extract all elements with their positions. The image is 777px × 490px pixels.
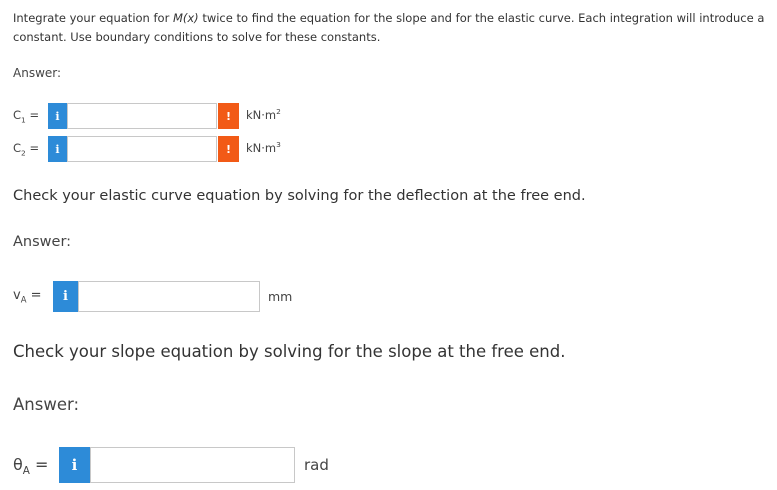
info-icon: i bbox=[71, 456, 78, 474]
answer-label-2: Answer: bbox=[13, 234, 72, 250]
warning-icon: ! bbox=[225, 142, 232, 156]
theta-label: θA = bbox=[13, 455, 49, 478]
c2-warning-button[interactable]: ! bbox=[218, 136, 239, 162]
c2-unit: kN·m3 bbox=[246, 140, 281, 155]
va-info-button[interactable]: i bbox=[53, 281, 78, 312]
theta-unit: rad bbox=[304, 456, 329, 474]
instructions-mx: M(x) bbox=[172, 11, 199, 25]
deflection-prompt: Check your elastic curve equation by sol… bbox=[13, 188, 586, 204]
c1-unit: kN·m2 bbox=[246, 107, 281, 122]
instructions-text: Integrate your equation for M(x) twice t… bbox=[13, 9, 773, 47]
c2-input[interactable] bbox=[67, 136, 217, 162]
c1-label: C1 = bbox=[13, 108, 40, 125]
info-icon: i bbox=[55, 142, 60, 156]
c1-info-button[interactable]: i bbox=[48, 103, 67, 129]
answer-label-3: Answer: bbox=[13, 395, 80, 414]
theta-info-button[interactable]: i bbox=[59, 447, 90, 483]
answer-label-1: Answer: bbox=[13, 66, 62, 80]
info-icon: i bbox=[63, 289, 68, 304]
c2-info-button[interactable]: i bbox=[48, 136, 67, 162]
c2-label: C2 = bbox=[13, 141, 40, 158]
instructions-part1: Integrate your equation for bbox=[13, 11, 173, 25]
va-input[interactable] bbox=[78, 281, 260, 312]
c1-input[interactable] bbox=[67, 103, 217, 129]
c1-warning-button[interactable]: ! bbox=[218, 103, 239, 129]
warning-icon: ! bbox=[225, 109, 232, 123]
va-unit: mm bbox=[268, 289, 293, 304]
theta-input[interactable] bbox=[90, 447, 295, 483]
info-icon: i bbox=[55, 109, 60, 123]
va-label: vA = bbox=[13, 288, 42, 305]
slope-prompt: Check your slope equation by solving for… bbox=[13, 342, 566, 361]
